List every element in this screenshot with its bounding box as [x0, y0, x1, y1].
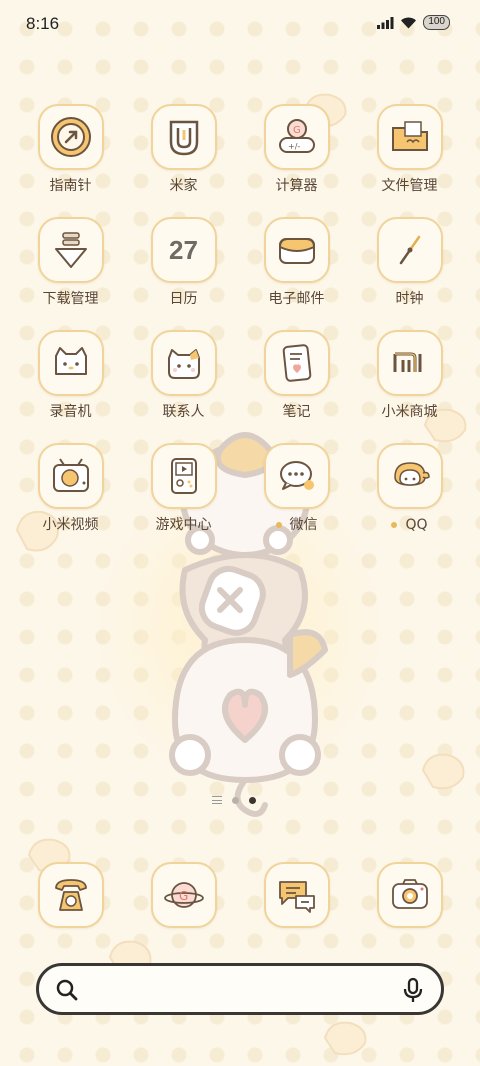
search-bar[interactable] [36, 963, 444, 1015]
mail-icon [278, 238, 315, 264]
app-label: 小米商城 [381, 404, 438, 420]
app-notes[interactable]: 笔记 [240, 330, 353, 422]
app-mijia[interactable]: 米家 [127, 104, 240, 196]
new-badge-dot [391, 522, 398, 528]
app-label-row: QQ [353, 515, 466, 535]
microphone-icon[interactable] [401, 977, 425, 1003]
app-label: 日历 [169, 291, 198, 307]
app-files[interactable]: 文件管理 [353, 104, 466, 196]
app-compass[interactable]: 指南针 [14, 104, 127, 196]
dock-browser[interactable]: G [127, 862, 240, 928]
notes-icon [282, 344, 311, 382]
camera-icon [391, 879, 428, 909]
dock-phone[interactable] [14, 862, 127, 928]
page-indicator-minus-one-icon[interactable] [212, 796, 222, 804]
app-recorder[interactable]: 录音机 [14, 330, 127, 422]
app-label: 笔记 [282, 404, 311, 420]
qq-icon [393, 462, 430, 486]
status-bar: 8:16 100 [0, 0, 480, 50]
wechat-icon [279, 461, 314, 490]
calendar-date: 27 [169, 234, 198, 265]
decoration-blob-icon [323, 1021, 367, 1056]
search-icon[interactable] [55, 978, 79, 1002]
new-badge-dot [275, 522, 282, 528]
compass-icon [50, 117, 91, 157]
dock-messages[interactable] [240, 862, 353, 928]
app-label: 录音机 [49, 404, 92, 420]
app-wechat[interactable]: 微信 [240, 443, 353, 535]
app-label: 小米视频 [42, 517, 99, 533]
calculator-icon: G +/- [278, 119, 315, 153]
app-clock[interactable]: 时钟 [353, 217, 466, 309]
app-calendar[interactable]: 27 日历 [127, 217, 240, 309]
app-label: 指南针 [49, 178, 92, 194]
dock-camera[interactable] [353, 862, 466, 928]
app-label: 计算器 [275, 178, 318, 194]
decoration-blob-icon [421, 753, 465, 790]
signal-icon [377, 16, 394, 29]
svg-text:+/-: +/- [288, 142, 300, 151]
app-game-center[interactable]: 游戏中心 [127, 443, 240, 535]
mijia-icon [169, 120, 198, 156]
app-mi-video[interactable]: 小米视频 [14, 443, 127, 535]
wifi-icon [401, 17, 417, 29]
page-dot-2-active[interactable] [249, 796, 256, 804]
app-email[interactable]: 电子邮件 [240, 217, 353, 309]
app-label: 下载管理 [42, 291, 99, 307]
app-label: 游戏中心 [155, 517, 212, 533]
app-label: 文件管理 [381, 178, 438, 194]
clock-icon [399, 235, 420, 265]
page-indicator[interactable] [212, 796, 256, 804]
download-icon [54, 232, 87, 268]
svg-text:G: G [293, 125, 301, 136]
browser-icon: G [163, 882, 204, 908]
game-center-icon [170, 458, 197, 494]
video-icon [52, 458, 89, 492]
battery-indicator: 100 [423, 15, 450, 30]
contacts-icon [167, 349, 200, 379]
app-label: 微信 [289, 517, 318, 533]
app-label: 米家 [169, 178, 198, 194]
app-label: 电子邮件 [268, 291, 325, 307]
app-label: QQ [405, 517, 428, 533]
status-time: 8:16 [26, 14, 60, 33]
app-contacts[interactable]: 联系人 [127, 330, 240, 422]
messages-icon [278, 881, 315, 913]
folder-icon [391, 121, 428, 151]
status-icons: 100 [377, 15, 450, 30]
app-mi-store[interactable]: 小米商城 [353, 330, 466, 422]
app-downloads[interactable]: 下载管理 [14, 217, 127, 309]
recorder-icon [54, 347, 87, 375]
app-label: 联系人 [162, 404, 205, 420]
app-qq[interactable]: QQ [353, 443, 466, 535]
app-label-row: 微信 [240, 515, 353, 535]
mi-store-icon [393, 352, 421, 372]
svg-text:G: G [179, 889, 188, 903]
app-calculator[interactable]: G +/- 计算器 [240, 104, 353, 196]
page-dot-1[interactable] [232, 796, 239, 804]
phone-icon [54, 879, 87, 911]
app-label: 时钟 [395, 291, 424, 307]
